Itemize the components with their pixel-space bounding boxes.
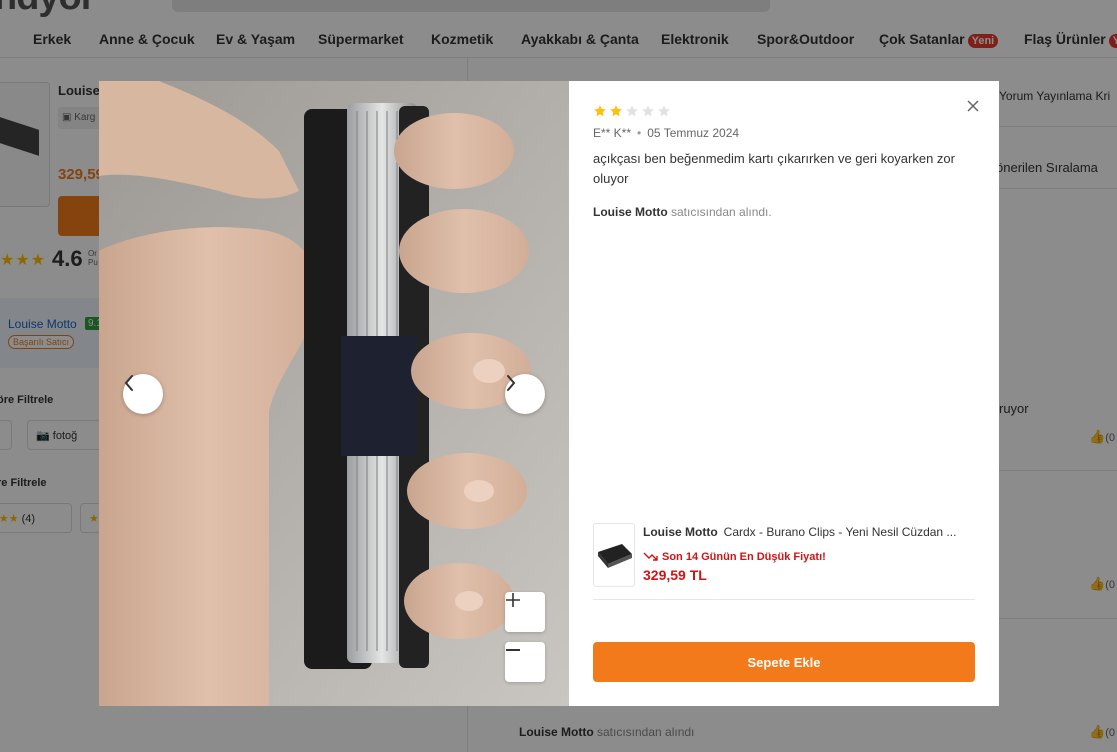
star-empty-icon <box>658 105 670 117</box>
close-icon <box>967 100 979 112</box>
review-photo-modal: E** K** • 05 Temmuz 2024 açıkçası ben beğe… <box>99 81 999 706</box>
review-photo[interactable] <box>99 81 569 706</box>
next-photo-button[interactable] <box>505 374 545 414</box>
review-text: açıkçası ben beğenmedim kartı çıkarırken… <box>593 151 955 186</box>
close-button[interactable] <box>965 98 981 114</box>
review-rating-stars <box>593 104 671 118</box>
seller-suffix: satıcısından alındı. <box>671 205 772 219</box>
product-title: Cardx - Burano Clips - Yeni Nesil Cüzdan… <box>723 525 957 539</box>
product-name[interactable]: Louise Motto Cardx - Burano Clips - Yeni … <box>643 525 975 539</box>
prev-photo-button[interactable] <box>123 374 163 414</box>
chevron-right-icon <box>507 375 516 391</box>
review-details: E** K** • 05 Temmuz 2024 açıkçası ben beğe… <box>569 81 999 706</box>
lowest-price-notice: Son 14 Günün En Düşük Fiyatı! <box>643 551 826 563</box>
plus-icon <box>506 593 520 607</box>
purchased-from-seller: Louise Motto satıcısından alındı. <box>593 205 772 219</box>
star-empty-icon <box>642 105 654 117</box>
seller-link[interactable]: Louise Motto <box>593 205 668 219</box>
reviewer-name: E** K** <box>593 126 632 140</box>
star-filled-icon <box>594 105 606 117</box>
product-card[interactable]: Louise Motto Cardx - Burano Clips - Yeni … <box>593 523 975 600</box>
wallet-in-hand-photo <box>99 81 569 706</box>
trend-down-icon <box>643 552 658 561</box>
review-date: 05 Temmuz 2024 <box>647 126 740 140</box>
star-empty-icon <box>626 105 638 117</box>
add-to-cart-button[interactable]: Sepete Ekle <box>593 642 975 682</box>
product-brand: Louise Motto <box>643 525 718 539</box>
chevron-left-icon <box>124 375 133 391</box>
product-price: 329,59 TL <box>643 567 707 583</box>
review-meta: E** K** • 05 Temmuz 2024 <box>593 126 740 140</box>
zoom-out-button[interactable] <box>505 642 545 682</box>
wallet-product-image <box>598 544 632 568</box>
minus-icon <box>506 649 520 651</box>
zoom-in-button[interactable] <box>505 592 545 632</box>
star-filled-icon <box>610 105 622 117</box>
product-thumbnail[interactable] <box>593 523 635 587</box>
